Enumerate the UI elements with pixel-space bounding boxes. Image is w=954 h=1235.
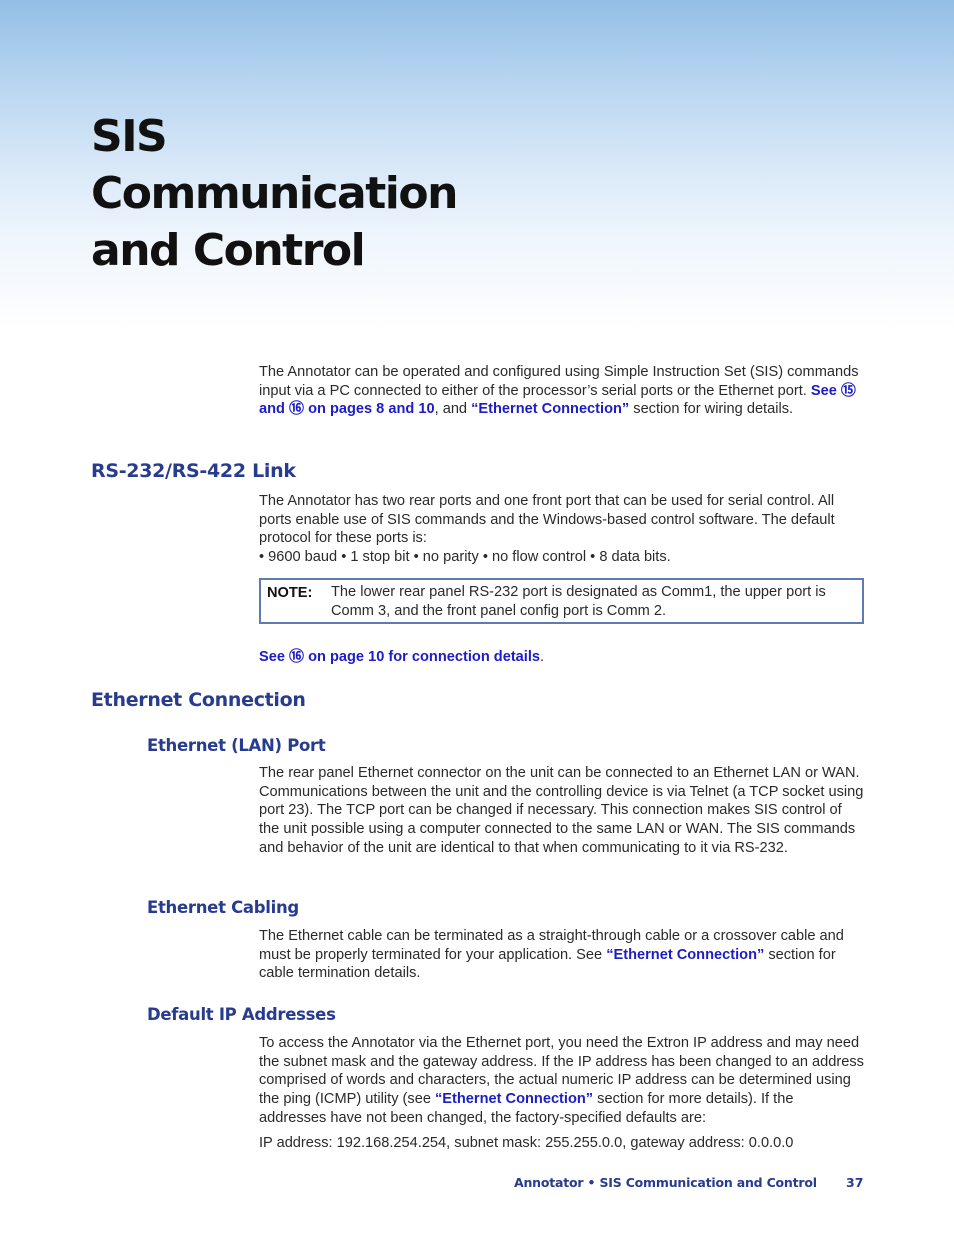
cabling-paragraph: The Ethernet cable can be terminated as … xyxy=(259,928,844,982)
lan-port-paragraph: The rear panel Ethernet connector on the… xyxy=(259,765,864,856)
section-heading-rs232: RS-232/RS-422 Link xyxy=(91,460,296,482)
default-ip-values: IP address: 192.168.254.254, subnet mask… xyxy=(259,1135,794,1151)
connection-details-line: See ⑯ on page 10 for connection details. xyxy=(259,648,545,665)
note-box: NOTE: The lower rear panel RS-232 port i… xyxy=(259,578,864,624)
callout-16-icon: ⑯ xyxy=(289,400,305,418)
callout-15-icon: ⑮ xyxy=(840,381,856,399)
page-number: 37 xyxy=(846,1175,864,1190)
protocol-list: • 9600 baud • 1 stop bit • no parity • n… xyxy=(259,549,671,566)
subsection-heading-default-ip: Default IP Addresses xyxy=(147,1005,336,1024)
intro-text: The Annotator can be operated and config… xyxy=(259,364,859,399)
rs232-paragraph: The Annotator has two rear ports and one… xyxy=(259,493,835,566)
default-ip-paragraph: To access the Annotator via the Ethernet… xyxy=(259,1035,864,1126)
page-title: SIS Communication and Control xyxy=(91,108,458,279)
callout-16-icon: ⑯ xyxy=(289,648,305,665)
subsection-heading-cabling: Ethernet Cabling xyxy=(147,898,299,917)
ethernet-connection-link[interactable]: “Ethernet Connection” xyxy=(435,1091,593,1107)
connection-details-link[interactable]: See ⑯ on page 10 for connection details xyxy=(259,648,540,665)
note-label: NOTE: xyxy=(267,585,313,601)
page-title-line-1: SIS xyxy=(91,111,168,162)
page-title-line-3: and Control xyxy=(91,225,366,276)
ethernet-connection-link[interactable]: “Ethernet Connection” xyxy=(471,401,629,417)
note-text: The lower rear panel RS-232 port is desi… xyxy=(331,584,826,619)
page-title-line-2: Communication xyxy=(91,168,458,219)
ethernet-connection-link[interactable]: “Ethernet Connection” xyxy=(606,947,764,963)
intro-paragraph: The Annotator can be operated and config… xyxy=(259,364,859,418)
title-banner: SIS Communication and Control xyxy=(0,0,954,330)
subsection-heading-lan-port: Ethernet (LAN) Port xyxy=(147,736,326,755)
footer-label: Annotator • SIS Communication and Contro… xyxy=(514,1175,817,1190)
section-heading-ethernet: Ethernet Connection xyxy=(91,689,306,711)
